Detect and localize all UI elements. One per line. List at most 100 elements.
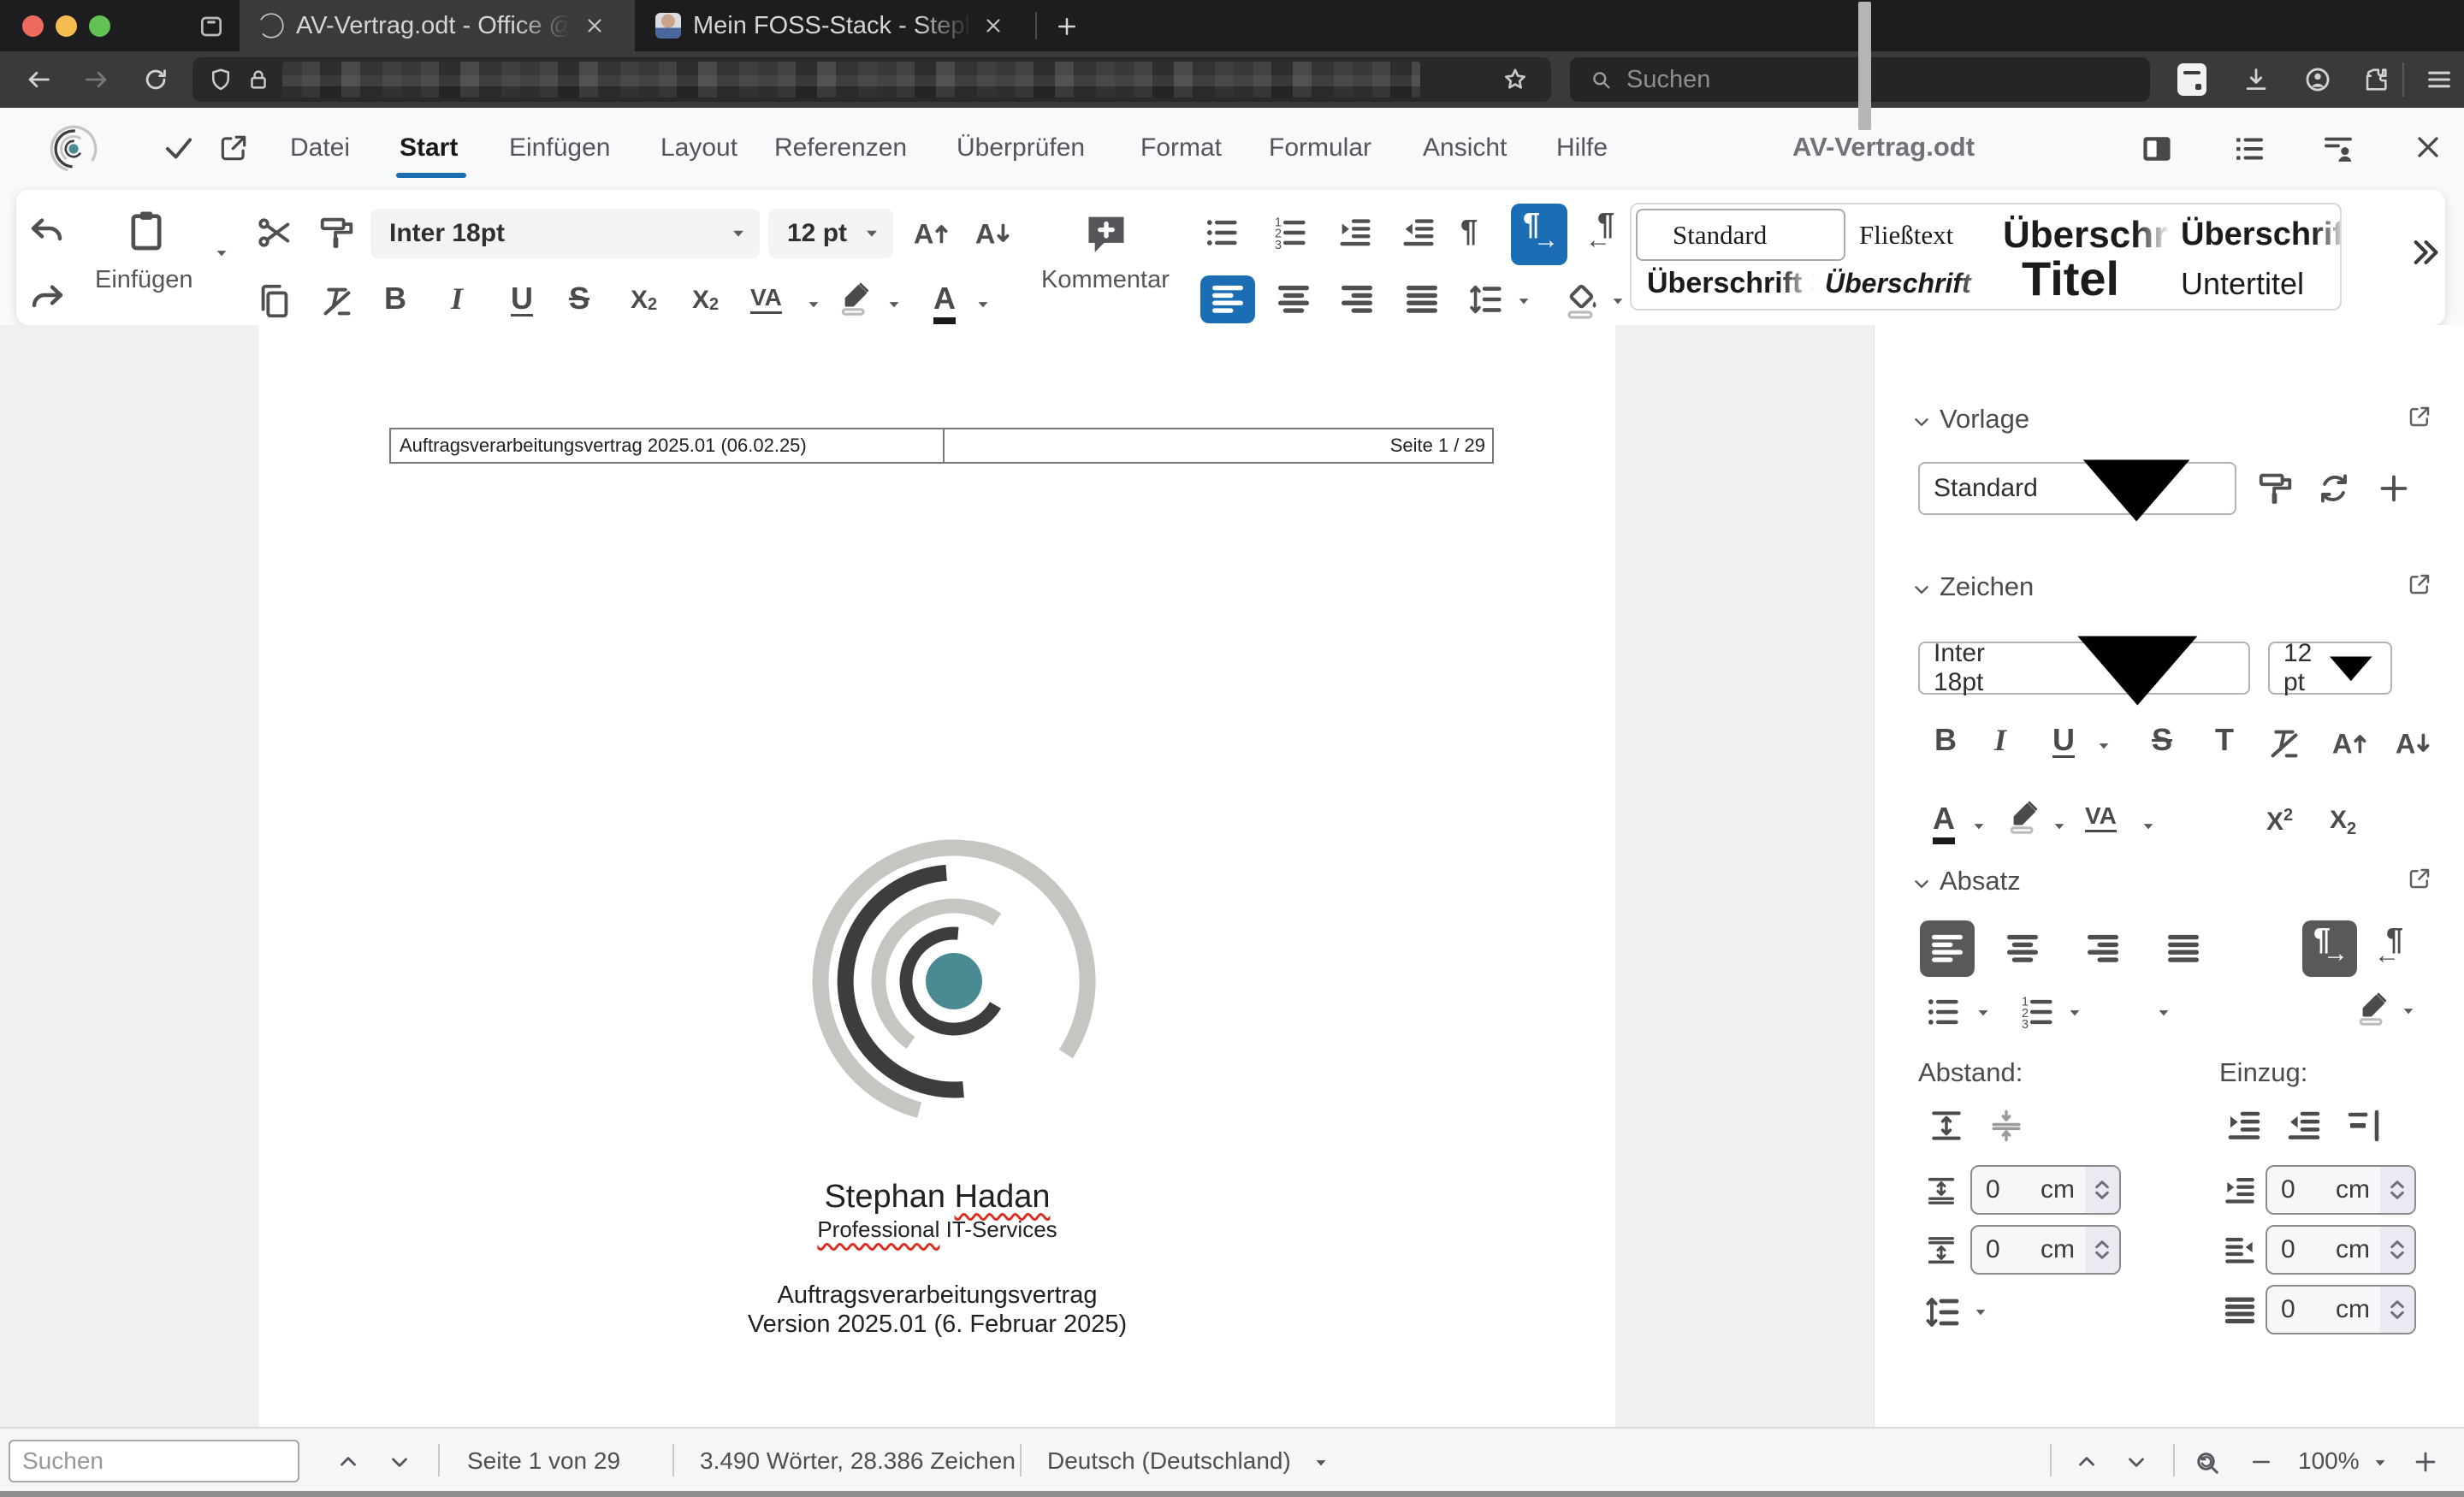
sidebar-line-spacing-icon[interactable]	[1922, 1292, 1964, 1333]
style-standard[interactable]: Standard	[1640, 209, 1818, 261]
firefox-view-icon[interactable]	[198, 13, 225, 40]
document-page[interactable]: Auftragsverarbeitungsvertrag 2025.01 (06…	[259, 325, 1615, 1427]
account-icon[interactable]	[2303, 65, 2332, 94]
document-search-input[interactable]	[9, 1440, 299, 1482]
spacing-above-field[interactable]: 0 cm	[1970, 1165, 2121, 1215]
next-page-icon[interactable]	[2123, 1449, 2149, 1475]
character-spacing-icon[interactable]: VA	[750, 284, 782, 314]
menu-ansicht[interactable]: Ansicht	[1423, 133, 1507, 163]
sidebar-decrease-font-icon[interactable]: A	[2391, 724, 2432, 763]
open-in-new-icon[interactable]	[217, 132, 250, 164]
align-right-icon[interactable]	[1337, 280, 1377, 319]
sidebar-increase-font-icon[interactable]: A	[2328, 724, 2369, 763]
zoom-dropdown-icon[interactable]	[2372, 1454, 2389, 1471]
sidebar-font-name-combobox[interactable]: Inter 18pt	[1918, 636, 2250, 706]
copy-icon[interactable]	[255, 281, 294, 321]
menu-layout[interactable]: Layout	[660, 133, 737, 163]
doc-owner-subtitle[interactable]: Professional IT-Services	[259, 1216, 1615, 1243]
first-line-indent-spinner[interactable]	[2380, 1287, 2414, 1333]
sidebar-underline-dropdown-icon[interactable]	[2095, 737, 2112, 754]
sidebar-align-right-icon[interactable]	[2083, 929, 2123, 968]
zoom-reset-icon[interactable]	[2192, 1447, 2223, 1478]
style-ueberschrift-2[interactable]: Überschrift 2	[2174, 209, 2340, 261]
lock-icon[interactable]	[246, 67, 271, 92]
sidebar-align-left-icon[interactable]	[1920, 920, 1975, 977]
reload-button[interactable]	[141, 65, 170, 94]
strikethrough-icon[interactable]: S	[569, 281, 589, 317]
font-name-combobox[interactable]: Inter 18pt	[370, 209, 760, 258]
sidebar-numbered-list-icon[interactable]: 123	[2016, 992, 2058, 1032]
language-selector[interactable]: Deutsch (Deutschland)	[1047, 1447, 1291, 1475]
doc-title-line2[interactable]: Version 2025.01 (6. Februar 2025)	[259, 1311, 1615, 1339]
previous-page-icon[interactable]	[2074, 1449, 2100, 1475]
redo-icon[interactable]	[27, 279, 68, 320]
increase-spacing-icon[interactable]	[1928, 1105, 1965, 1146]
zoom-out-icon[interactable]	[2248, 1449, 2274, 1475]
language-dropdown-icon[interactable]	[1312, 1454, 1330, 1471]
extension-icon[interactable]	[2177, 63, 2206, 96]
tab-av-vertrag[interactable]: AV-Vertrag.odt - Office @ Hada	[240, 0, 635, 51]
header-right-cell[interactable]: Seite 1 / 29	[945, 429, 1492, 462]
style-fliesstext[interactable]: Fließtext	[1818, 209, 1996, 261]
sidebar-font-size-combobox[interactable]: 12 pt	[2268, 639, 2392, 696]
tab-foss-stack[interactable]: Mein FOSS-Stack - Stephan Ha	[635, 0, 1035, 51]
sidebar-paragraph-background-dropdown-icon[interactable]	[2400, 1003, 2417, 1020]
numbered-list-icon[interactable]: 123	[1269, 213, 1312, 252]
spacing-below-spinner[interactable]	[2085, 1227, 2119, 1273]
absatz-collapse-icon[interactable]	[1910, 873, 1933, 895]
sidebar-decrease-indent-icon[interactable]	[2283, 1105, 2325, 1146]
paragraph-style-combobox[interactable]: Standard	[1918, 459, 2236, 522]
doc-owner-name[interactable]: Stephan Hadan	[259, 1179, 1615, 1216]
bold-icon[interactable]: B	[384, 281, 406, 317]
paragraph-rtl-icon[interactable]: ¶ ←	[1585, 207, 1637, 262]
paste-icon[interactable]	[122, 204, 170, 257]
bookmark-star-icon[interactable]	[1502, 66, 1529, 93]
paste-dropdown-icon[interactable]	[213, 245, 230, 262]
font-name-dropdown-icon[interactable]	[729, 224, 748, 243]
sidebar-character-spacing-icon[interactable]: VA	[2085, 802, 2117, 832]
save-indicator-icon[interactable]	[161, 130, 197, 166]
zeichen-collapse-icon[interactable]	[1910, 578, 1933, 601]
background-color-icon[interactable]	[1561, 278, 1602, 321]
font-color-icon[interactable]: A	[933, 281, 956, 324]
sidebar-toggle-icon[interactable]	[2138, 130, 2176, 168]
comment-label[interactable]: Kommentar	[1041, 266, 1170, 294]
align-center-icon[interactable]	[1274, 280, 1313, 319]
spacing-above-spinner[interactable]	[2085, 1167, 2119, 1213]
font-color-dropdown-icon[interactable]	[974, 296, 992, 313]
header-table[interactable]: Auftragsverarbeitungsvertrag 2025.01 (06…	[389, 428, 1494, 464]
sidebar-subscript-icon[interactable]: X2	[2330, 806, 2356, 839]
style-untertitel[interactable]: Untertitel	[2174, 257, 2340, 309]
menu-einfuegen[interactable]: Einfügen	[509, 133, 610, 163]
underline-icon[interactable]: U	[511, 281, 533, 317]
undo-icon[interactable]	[27, 212, 68, 253]
window-minimize-button[interactable]	[56, 15, 77, 37]
decrease-font-size-icon[interactable]: A	[971, 214, 1012, 253]
sidebar-paragraph-background-icon[interactable]	[2354, 989, 2391, 1027]
word-count[interactable]: 3.490 Wörter, 28.386 Zeichen	[700, 1447, 1016, 1475]
background-color-dropdown-icon[interactable]	[1609, 293, 1626, 310]
menu-datei[interactable]: Datei	[290, 133, 350, 163]
extensions-puzzle-icon[interactable]	[2361, 65, 2390, 94]
absatz-open-dialog-icon[interactable]	[2407, 866, 2432, 891]
spacing-below-field[interactable]: 0 cm	[1970, 1225, 2121, 1275]
menu-start[interactable]: Start	[400, 133, 458, 163]
tab-close-icon[interactable]	[583, 15, 606, 37]
shield-icon[interactable]	[208, 67, 234, 92]
more-styles-icon[interactable]	[2408, 236, 2441, 269]
sidebar-bullet-dropdown-icon[interactable]	[1975, 1004, 1992, 1021]
new-tab-button[interactable]	[1054, 14, 1080, 39]
sidebar-character-spacing-dropdown-icon[interactable]	[2140, 818, 2157, 835]
search-next-icon[interactable]	[387, 1449, 412, 1475]
new-style-icon[interactable]	[2374, 469, 2414, 508]
menu-format[interactable]: Format	[1140, 133, 1222, 163]
sidebar-bold-icon[interactable]: B	[1934, 722, 1957, 758]
page-info[interactable]: Seite 1 von 29	[467, 1447, 620, 1475]
resolved-comments-icon[interactable]	[2320, 131, 2356, 167]
menu-hilfe[interactable]: Hilfe	[1556, 133, 1608, 163]
subscript-icon[interactable]: X2	[631, 286, 657, 315]
sidebar-numbered-dropdown-icon[interactable]	[2066, 1004, 2083, 1021]
header-left-cell[interactable]: Auftragsverarbeitungsvertrag 2025.01 (06…	[391, 429, 945, 462]
sidebar-increase-indent-icon[interactable]	[2224, 1105, 2265, 1146]
sidebar-underline-icon[interactable]: U	[2052, 722, 2075, 758]
